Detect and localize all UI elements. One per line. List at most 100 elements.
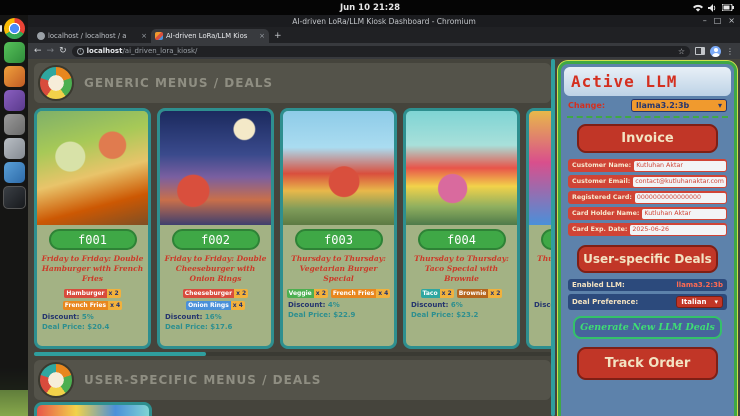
deal-item-name: Brownie (457, 289, 489, 298)
back-icon[interactable]: ← (34, 47, 42, 56)
invoice-button[interactable]: Invoice (577, 124, 718, 153)
discount-label: Discount: (288, 301, 325, 309)
deal-item-name: Hamburger (64, 289, 106, 298)
price-value: $17.6 (210, 323, 232, 331)
price-line: Deal Price: $23.2 (406, 309, 517, 319)
deal-items: Tacox 2 Browniex 2 (406, 288, 517, 299)
deal-description: Thursday to Thursday: Taco Special with … (406, 252, 517, 288)
discount-value: 16% (205, 313, 222, 321)
deal-card-illustration (160, 111, 271, 225)
generate-llm-deals-button[interactable]: Generate New LLM Deals (573, 316, 722, 339)
dock-purple-app-icon[interactable] (4, 90, 25, 111)
tab-close-icon[interactable]: × (259, 32, 265, 40)
field-value[interactable]: 0000000000000000 (635, 193, 726, 203)
deal-code-button[interactable]: f001 (49, 229, 137, 250)
new-tab-button[interactable]: + (274, 31, 282, 41)
browser-menu-icon[interactable]: ⋮ (726, 47, 734, 56)
track-order-button[interactable]: Track Order (577, 347, 718, 380)
customer-email-field[interactable]: Customer Email: contact@kutluhanaktar.co… (568, 175, 727, 188)
deal-preference-value: Italian (681, 298, 706, 306)
deal-card-illustration (529, 111, 551, 225)
deal-code-button[interactable]: f003 (295, 229, 383, 250)
page-vertical-scrollbar[interactable] (551, 59, 555, 416)
system-top-bar: Jun 10 21:28 (0, 0, 740, 15)
deal-item-badge: Veggiex 2 (287, 289, 328, 298)
price-line: Deal Price: $17.6 (160, 321, 271, 331)
user-menus-header: USER-SPECIFIC MENUS / DEALS (34, 360, 551, 400)
profile-avatar[interactable] (710, 46, 721, 57)
clock[interactable]: Jun 10 21:28 (340, 3, 400, 13)
deal-item-badge: Onion Ringsx 4 (186, 301, 245, 310)
discount-label: Discount: (411, 301, 448, 309)
restaurant-logo (38, 362, 74, 398)
site-info-icon[interactable]: i (77, 48, 84, 55)
deal-code-button[interactable]: f002 (172, 229, 260, 250)
field-value[interactable]: Kutluhan Aktar (634, 161, 726, 171)
minimize-icon[interactable]: – (703, 17, 707, 25)
dock-editor-icon[interactable] (4, 138, 25, 159)
deal-item-badge: French Friesx 4 (331, 289, 390, 298)
deal-item-qty: x 2 (107, 289, 121, 298)
deal-card-f004[interactable]: f004 Thursday to Thursday: Taco Special … (403, 108, 520, 349)
deal-items: Veggiex 2 French Friesx 4 (283, 288, 394, 299)
url-path: /ai_driven_lora_kiosk/ (122, 47, 197, 55)
partial-deal-card[interactable] (34, 402, 152, 416)
forward-icon[interactable]: → (47, 47, 55, 56)
dock-software-icon[interactable] (4, 162, 25, 183)
llm-select[interactable]: llama3.2:3b ▾ (631, 99, 727, 112)
discount-line: Discount: 5% (37, 311, 148, 321)
deal-cards-row: f001 Friday to Friday: Double Hamburger … (34, 108, 551, 349)
restaurant-logo (38, 65, 74, 101)
card-holder-field[interactable]: Card Holder Name: Kutluhan Aktar (568, 207, 727, 220)
tab-localhost[interactable]: localhost / localhost / a × (33, 29, 151, 43)
deal-card-f003[interactable]: f003 Thursday to Thursday: Vegetarian Bu… (280, 108, 397, 349)
registered-card-field[interactable]: Registered Card: 0000000000000000 (568, 191, 727, 204)
cards-scrollbar-thumb[interactable] (34, 352, 206, 356)
bookmark-star-icon[interactable]: ☆ (678, 47, 685, 56)
deal-card-f002[interactable]: f002 Friday to Friday: Double Cheeseburg… (157, 108, 274, 349)
discount-value: 5% (82, 313, 94, 321)
deal-item-name: Onion Rings (186, 301, 231, 310)
dock-chromium-icon[interactable] (4, 18, 25, 39)
dock-settings-icon[interactable] (4, 114, 25, 135)
close-icon[interactable]: × (728, 17, 735, 25)
address-bar[interactable]: i localhost/ai_driven_lora_kiosk/ ☆ (72, 46, 690, 57)
customer-name-field[interactable]: Customer Name: Kutluhan Aktar (568, 159, 727, 172)
discount-value: 6% (451, 301, 463, 309)
dock-orange-app-icon[interactable] (4, 66, 25, 87)
discount-value: 4% (328, 301, 340, 309)
window-controls: – □ × (703, 15, 735, 27)
reload-icon[interactable]: ↻ (59, 47, 67, 56)
deal-card-f005[interactable]: f005 Thursday to Thursday: Cheese Burrit… (526, 108, 551, 349)
deal-item-qty: x 2 (440, 289, 454, 298)
dock-files-icon[interactable] (4, 42, 25, 63)
field-value[interactable]: Kutluhan Aktar (642, 209, 726, 219)
maximize-icon[interactable]: □ (714, 17, 722, 25)
user-specific-deals-button[interactable]: User-specific Deals (577, 245, 718, 273)
window-titlebar[interactable]: AI-driven LoRa/LLM Kiosk Dashboard - Chr… (28, 15, 740, 27)
side-panel-icon[interactable] (695, 47, 705, 55)
battery-icon (722, 4, 734, 11)
panel-title: Active LLM (564, 67, 731, 96)
card-exp-field[interactable]: Card Exp. Date: 2025-06-26 (568, 223, 727, 236)
field-value[interactable]: 2025-06-26 (630, 225, 726, 235)
deal-preference-select[interactable]: Italian ▾ (676, 296, 723, 308)
discount-line: Discount: 16% (160, 311, 271, 321)
llm-select-value: llama3.2:3b (636, 101, 689, 110)
deal-item-name: French Fries (63, 301, 108, 310)
tab-close-icon[interactable]: × (141, 32, 147, 40)
cards-scrollbar-track[interactable] (34, 352, 551, 356)
generic-menus-header: GENERIC MENUS / DEALS (34, 63, 551, 103)
deal-code-button[interactable]: f004 (418, 229, 506, 250)
globe-favicon-icon (37, 32, 45, 40)
enabled-llm-label: Enabled LLM: (572, 281, 625, 289)
field-value[interactable]: contact@kutluhanaktar.com (633, 177, 726, 187)
dock-terminal-icon[interactable] (3, 186, 26, 209)
deal-code-button[interactable]: f005 (541, 229, 552, 250)
tab-kiosk-dashboard[interactable]: AI-driven LoRa/LLM Kios × (151, 29, 269, 43)
price-label: Deal Price: (165, 323, 208, 331)
deal-item-badge: Cheeseburgerx 2 (183, 289, 248, 298)
deal-card-f001[interactable]: f001 Friday to Friday: Double Hamburger … (34, 108, 151, 349)
discount-label: Discount: (534, 301, 551, 309)
system-status-area[interactable] (693, 0, 734, 15)
